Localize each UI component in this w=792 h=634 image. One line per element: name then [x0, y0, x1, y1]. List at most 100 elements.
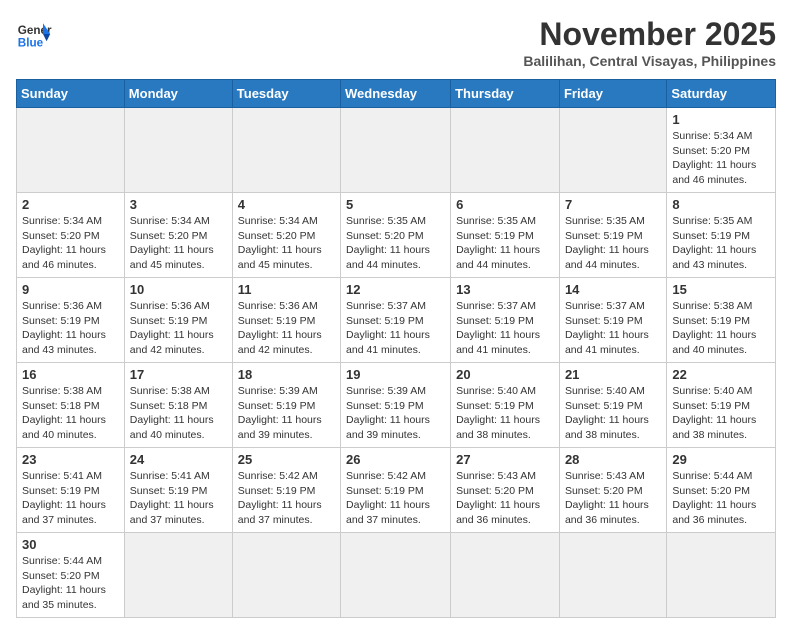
table-row: 8 Sunrise: 5:35 AM Sunset: 5:19 PM Daylig… [667, 193, 776, 278]
day-number: 20 [456, 367, 554, 382]
day-info: Sunrise: 5:37 AM Sunset: 5:19 PM Dayligh… [346, 299, 445, 358]
day-info: Sunrise: 5:39 AM Sunset: 5:19 PM Dayligh… [238, 384, 335, 443]
table-row [232, 108, 340, 193]
table-row: 14 Sunrise: 5:37 AM Sunset: 5:19 PM Dayli… [559, 278, 666, 363]
day-info: Sunrise: 5:36 AM Sunset: 5:19 PM Dayligh… [22, 299, 119, 358]
day-info: Sunrise: 5:41 AM Sunset: 5:19 PM Dayligh… [22, 469, 119, 528]
table-row: 18 Sunrise: 5:39 AM Sunset: 5:19 PM Dayli… [232, 363, 340, 448]
table-row: 10Sunrise: 5:36 AM Sunset: 5:19 PM Dayli… [124, 278, 232, 363]
table-row [559, 533, 666, 618]
day-number: 25 [238, 452, 335, 467]
day-number: 21 [565, 367, 661, 382]
header-sunday: Sunday [17, 80, 125, 108]
header-tuesday: Tuesday [232, 80, 340, 108]
title-area: November 2025 Balilihan, Central Visayas… [523, 16, 776, 69]
day-number: 11 [238, 282, 335, 297]
month-title: November 2025 [523, 16, 776, 53]
logo: General Blue [16, 16, 52, 52]
day-info: Sunrise: 5:43 AM Sunset: 5:20 PM Dayligh… [456, 469, 554, 528]
table-row: 28 Sunrise: 5:43 AM Sunset: 5:20 PM Dayli… [559, 448, 666, 533]
table-row: 20Sunrise: 5:40 AM Sunset: 5:19 PM Dayli… [451, 363, 560, 448]
calendar-table: Sunday Monday Tuesday Wednesday Thursday… [16, 79, 776, 618]
day-info: Sunrise: 5:36 AM Sunset: 5:19 PM Dayligh… [238, 299, 335, 358]
day-info: Sunrise: 5:35 AM Sunset: 5:19 PM Dayligh… [456, 214, 554, 273]
calendar-week-row: 30Sunrise: 5:44 AM Sunset: 5:20 PM Dayli… [17, 533, 776, 618]
svg-text:Blue: Blue [18, 37, 44, 50]
calendar-week-row: 23Sunrise: 5:41 AM Sunset: 5:19 PM Dayli… [17, 448, 776, 533]
day-info: Sunrise: 5:44 AM Sunset: 5:20 PM Dayligh… [22, 554, 119, 613]
table-row: 3Sunrise: 5:34 AM Sunset: 5:20 PM Daylig… [124, 193, 232, 278]
day-info: Sunrise: 5:44 AM Sunset: 5:20 PM Dayligh… [672, 469, 770, 528]
weekday-header-row: Sunday Monday Tuesday Wednesday Thursday… [17, 80, 776, 108]
table-row: 15Sunrise: 5:38 AM Sunset: 5:19 PM Dayli… [667, 278, 776, 363]
table-row [559, 108, 666, 193]
day-info: Sunrise: 5:38 AM Sunset: 5:18 PM Dayligh… [22, 384, 119, 443]
table-row: 4 Sunrise: 5:34 AM Sunset: 5:20 PM Daylig… [232, 193, 340, 278]
day-number: 15 [672, 282, 770, 297]
header-saturday: Saturday [667, 80, 776, 108]
day-info: Sunrise: 5:35 AM Sunset: 5:19 PM Dayligh… [672, 214, 770, 273]
header-thursday: Thursday [451, 80, 560, 108]
table-row [341, 108, 451, 193]
header-friday: Friday [559, 80, 666, 108]
table-row: 19 Sunrise: 5:39 AM Sunset: 5:19 PM Dayli… [341, 363, 451, 448]
day-number: 6 [456, 197, 554, 212]
table-row: 27Sunrise: 5:43 AM Sunset: 5:20 PM Dayli… [451, 448, 560, 533]
table-row [124, 108, 232, 193]
day-number: 10 [130, 282, 227, 297]
table-row [667, 533, 776, 618]
header-monday: Monday [124, 80, 232, 108]
header: General Blue November 2025 Balilihan, Ce… [16, 16, 776, 69]
day-number: 8 [672, 197, 770, 212]
day-number: 12 [346, 282, 445, 297]
day-number: 24 [130, 452, 227, 467]
generalblue-logo-icon: General Blue [16, 16, 52, 52]
day-info: Sunrise: 5:39 AM Sunset: 5:19 PM Dayligh… [346, 384, 445, 443]
location-title: Balilihan, Central Visayas, Philippines [523, 53, 776, 69]
table-row: 17Sunrise: 5:38 AM Sunset: 5:18 PM Dayli… [124, 363, 232, 448]
day-info: Sunrise: 5:37 AM Sunset: 5:19 PM Dayligh… [565, 299, 661, 358]
table-row: 9Sunrise: 5:36 AM Sunset: 5:19 PM Daylig… [17, 278, 125, 363]
day-number: 2 [22, 197, 119, 212]
day-info: Sunrise: 5:42 AM Sunset: 5:19 PM Dayligh… [346, 469, 445, 528]
day-number: 26 [346, 452, 445, 467]
day-info: Sunrise: 5:34 AM Sunset: 5:20 PM Dayligh… [130, 214, 227, 273]
day-number: 19 [346, 367, 445, 382]
day-number: 5 [346, 197, 445, 212]
table-row [17, 108, 125, 193]
calendar-week-row: 9Sunrise: 5:36 AM Sunset: 5:19 PM Daylig… [17, 278, 776, 363]
table-row: 6 Sunrise: 5:35 AM Sunset: 5:19 PM Daylig… [451, 193, 560, 278]
table-row [124, 533, 232, 618]
table-row: 11 Sunrise: 5:36 AM Sunset: 5:19 PM Dayli… [232, 278, 340, 363]
table-row [232, 533, 340, 618]
table-row: 30Sunrise: 5:44 AM Sunset: 5:20 PM Dayli… [17, 533, 125, 618]
table-row: 2 Sunrise: 5:34 AM Sunset: 5:20 PM Daylig… [17, 193, 125, 278]
table-row: 16Sunrise: 5:38 AM Sunset: 5:18 PM Dayli… [17, 363, 125, 448]
table-row: 26 Sunrise: 5:42 AM Sunset: 5:19 PM Dayli… [341, 448, 451, 533]
day-info: Sunrise: 5:35 AM Sunset: 5:20 PM Dayligh… [346, 214, 445, 273]
table-row [341, 533, 451, 618]
day-info: Sunrise: 5:41 AM Sunset: 5:19 PM Dayligh… [130, 469, 227, 528]
day-info: Sunrise: 5:34 AM Sunset: 5:20 PM Dayligh… [238, 214, 335, 273]
table-row: 24 Sunrise: 5:41 AM Sunset: 5:19 PM Dayli… [124, 448, 232, 533]
day-info: Sunrise: 5:40 AM Sunset: 5:19 PM Dayligh… [565, 384, 661, 443]
day-number: 17 [130, 367, 227, 382]
day-number: 14 [565, 282, 661, 297]
day-info: Sunrise: 5:37 AM Sunset: 5:19 PM Dayligh… [456, 299, 554, 358]
table-row: 23Sunrise: 5:41 AM Sunset: 5:19 PM Dayli… [17, 448, 125, 533]
day-number: 29 [672, 452, 770, 467]
day-info: Sunrise: 5:40 AM Sunset: 5:19 PM Dayligh… [672, 384, 770, 443]
table-row: 1 Sunrise: 5:34 AM Sunset: 5:20 PM Daylig… [667, 108, 776, 193]
header-wednesday: Wednesday [341, 80, 451, 108]
day-info: Sunrise: 5:42 AM Sunset: 5:19 PM Dayligh… [238, 469, 335, 528]
day-info: Sunrise: 5:34 AM Sunset: 5:20 PM Dayligh… [672, 129, 770, 188]
day-number: 28 [565, 452, 661, 467]
day-info: Sunrise: 5:43 AM Sunset: 5:20 PM Dayligh… [565, 469, 661, 528]
day-number: 22 [672, 367, 770, 382]
day-number: 1 [672, 112, 770, 127]
day-info: Sunrise: 5:34 AM Sunset: 5:20 PM Dayligh… [22, 214, 119, 273]
calendar-week-row: 1 Sunrise: 5:34 AM Sunset: 5:20 PM Daylig… [17, 108, 776, 193]
day-number: 18 [238, 367, 335, 382]
day-number: 4 [238, 197, 335, 212]
calendar-week-row: 2 Sunrise: 5:34 AM Sunset: 5:20 PM Daylig… [17, 193, 776, 278]
